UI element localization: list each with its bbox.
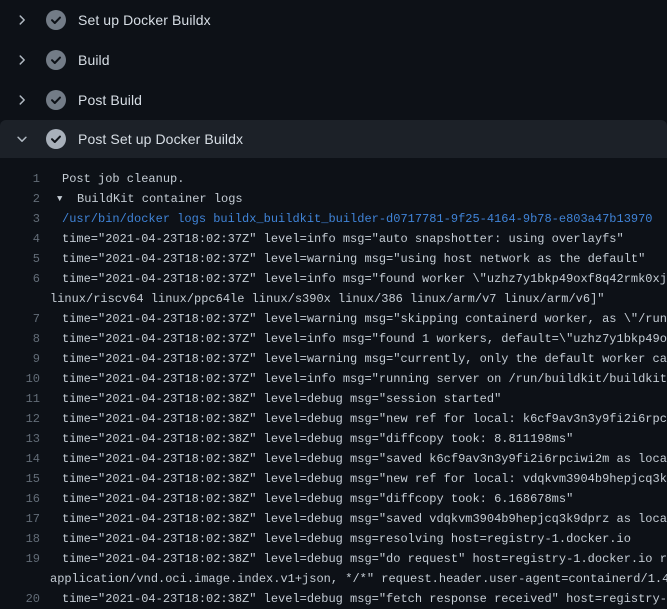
log-line: 12 time="2021-04-23T18:02:38Z" level=deb…: [0, 409, 667, 429]
chevron-right-icon: [10, 53, 34, 67]
log-line-number[interactable]: 16: [0, 489, 40, 509]
steps-list: Set up Docker Buildx Build: [0, 0, 667, 158]
chevron-down-icon: [10, 132, 34, 146]
step-row-post-build[interactable]: Post Build: [0, 80, 667, 120]
log-line: 20 time="2021-04-23T18:02:38Z" level=deb…: [0, 589, 667, 609]
log-group-title[interactable]: BuildKit container logs: [77, 192, 243, 206]
log-viewer: 1 Post job cleanup. 2 ▼BuildKit containe…: [0, 158, 667, 609]
step-label: Post Set up Docker Buildx: [78, 131, 243, 147]
check-circle-icon: [46, 90, 66, 110]
check-circle-icon: [46, 10, 66, 30]
step-label: Set up Docker Buildx: [78, 12, 211, 28]
log-line-number[interactable]: 10: [0, 369, 40, 389]
log-line-text: time="2021-04-23T18:02:37Z" level=info m…: [40, 269, 667, 289]
log-line-number[interactable]: 18: [0, 529, 40, 549]
log-line-text: Post job cleanup.: [40, 169, 184, 189]
step-row-set-up-docker-buildx[interactable]: Set up Docker Buildx: [0, 0, 667, 40]
log-line-text: time="2021-04-23T18:02:38Z" level=debug …: [40, 409, 667, 429]
log-line-number[interactable]: 4: [0, 229, 40, 249]
log-line-number[interactable]: 14: [0, 449, 40, 469]
log-line-text: ▼BuildKit container logs: [40, 189, 243, 209]
step-row-post-set-up-docker-buildx[interactable]: Post Set up Docker Buildx: [0, 120, 667, 158]
log-line: 18 time="2021-04-23T18:02:38Z" level=deb…: [0, 529, 667, 549]
log-line-text: time="2021-04-23T18:02:37Z" level=warnin…: [40, 349, 667, 369]
log-line-text: time="2021-04-23T18:02:37Z" level=info m…: [40, 369, 667, 389]
log-line-number[interactable]: 9: [0, 349, 40, 369]
log-line: 8 time="2021-04-23T18:02:37Z" level=info…: [0, 329, 667, 349]
log-line-text: time="2021-04-23T18:02:38Z" level=debug …: [40, 509, 667, 529]
log-line-text: time="2021-04-23T18:02:37Z" level=info m…: [40, 329, 667, 349]
log-line: 16 time="2021-04-23T18:02:38Z" level=deb…: [0, 489, 667, 509]
log-line-number[interactable]: 15: [0, 469, 40, 489]
log-line: 17 time="2021-04-23T18:02:38Z" level=deb…: [0, 509, 667, 529]
log-line: 2 ▼BuildKit container logs: [0, 189, 667, 209]
log-line-number[interactable]: 19: [0, 549, 40, 569]
log-line-text: application/vnd.oci.image.index.v1+json,…: [40, 569, 667, 589]
log-line-text: time="2021-04-23T18:02:38Z" level=debug …: [40, 449, 667, 469]
log-line: 13 time="2021-04-23T18:02:38Z" level=deb…: [0, 429, 667, 449]
log-line-text: linux/riscv64 linux/ppc64le linux/s390x …: [40, 289, 605, 309]
log-line-number[interactable]: 5: [0, 249, 40, 269]
log-line-text: time="2021-04-23T18:02:37Z" level=warnin…: [40, 309, 667, 329]
log-line: 7 time="2021-04-23T18:02:37Z" level=warn…: [0, 309, 667, 329]
step-label: Build: [78, 52, 110, 68]
check-circle-icon: [46, 129, 66, 149]
log-line-number[interactable]: 7: [0, 309, 40, 329]
log-line-number[interactable]: 2: [0, 189, 40, 209]
check-circle-icon: [46, 50, 66, 70]
log-line-number[interactable]: 3: [0, 209, 40, 229]
log-line: application/vnd.oci.image.index.v1+json,…: [0, 569, 667, 589]
log-line-number[interactable]: 17: [0, 509, 40, 529]
log-line: 1 Post job cleanup.: [0, 169, 667, 189]
log-line-number[interactable]: 11: [0, 389, 40, 409]
log-line-command: 3 /usr/bin/docker logs buildx_buildkit_b…: [0, 209, 667, 229]
chevron-right-icon: [10, 13, 34, 27]
log-line-text: time="2021-04-23T18:02:38Z" level=debug …: [40, 529, 631, 549]
log-line-number[interactable]: 1: [0, 169, 40, 189]
log-line-text: time="2021-04-23T18:02:38Z" level=debug …: [40, 549, 667, 569]
log-line-number[interactable]: 20: [0, 589, 40, 609]
log-line-number[interactable]: 6: [0, 269, 40, 289]
log-line: 10 time="2021-04-23T18:02:37Z" level=inf…: [0, 369, 667, 389]
log-line: 4 time="2021-04-23T18:02:37Z" level=info…: [0, 229, 667, 249]
log-line: 14 time="2021-04-23T18:02:38Z" level=deb…: [0, 449, 667, 469]
log-line-text: /usr/bin/docker logs buildx_buildkit_bui…: [40, 209, 653, 229]
log-line-number[interactable]: 12: [0, 409, 40, 429]
log-line-text: time="2021-04-23T18:02:38Z" level=debug …: [40, 429, 573, 449]
log-line: 6 time="2021-04-23T18:02:37Z" level=info…: [0, 269, 667, 289]
log-line-number[interactable]: 13: [0, 429, 40, 449]
log-line: 11 time="2021-04-23T18:02:38Z" level=deb…: [0, 389, 667, 409]
caret-down-icon[interactable]: ▼: [57, 189, 77, 209]
log-line-text: time="2021-04-23T18:02:38Z" level=debug …: [40, 489, 573, 509]
log-line-number: [0, 569, 40, 589]
log-line-number[interactable]: 8: [0, 329, 40, 349]
log-line-text: time="2021-04-23T18:02:38Z" level=debug …: [40, 589, 667, 609]
step-label: Post Build: [78, 92, 142, 108]
log-line-text: time="2021-04-23T18:02:38Z" level=debug …: [40, 469, 667, 489]
chevron-right-icon: [10, 93, 34, 107]
log-line-text: time="2021-04-23T18:02:37Z" level=warnin…: [40, 249, 645, 269]
log-line-text: time="2021-04-23T18:02:37Z" level=info m…: [40, 229, 624, 249]
log-line: 9 time="2021-04-23T18:02:37Z" level=warn…: [0, 349, 667, 369]
log-line-number: [0, 289, 40, 309]
log-line: 5 time="2021-04-23T18:02:37Z" level=warn…: [0, 249, 667, 269]
step-row-build[interactable]: Build: [0, 40, 667, 80]
log-line: 19 time="2021-04-23T18:02:38Z" level=deb…: [0, 549, 667, 569]
log-line: 15 time="2021-04-23T18:02:38Z" level=deb…: [0, 469, 667, 489]
log-line-text: time="2021-04-23T18:02:38Z" level=debug …: [40, 389, 501, 409]
log-line: linux/riscv64 linux/ppc64le linux/s390x …: [0, 289, 667, 309]
